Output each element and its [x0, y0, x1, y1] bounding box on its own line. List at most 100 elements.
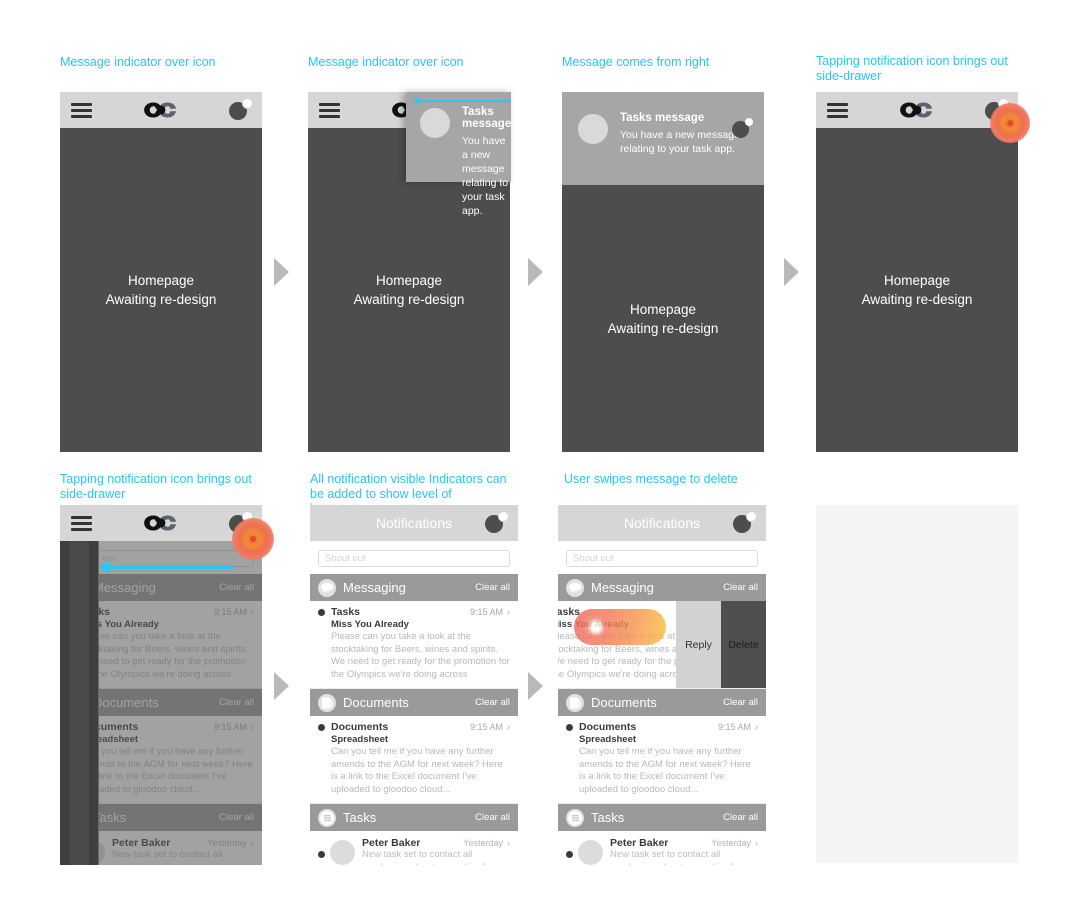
speech-bubble-icon	[318, 578, 336, 597]
notification-preview: Can you tell me if you have any further …	[331, 746, 503, 795]
section-title: Messaging	[343, 580, 406, 595]
toast-avatar	[420, 108, 450, 138]
hamburger-menu-icon[interactable]	[71, 102, 92, 118]
page-title: Notifications	[623, 515, 701, 531]
oc-logo-icon	[144, 102, 176, 118]
notification-subject: Spreadsheet	[331, 734, 389, 745]
bell-badge-dot	[243, 99, 252, 108]
caption-panel-3: Message comes from right	[562, 55, 710, 69]
notification-from: Documents	[579, 721, 637, 733]
bell-badge-dot	[499, 512, 508, 521]
homepage-line-1: Homepage	[883, 273, 951, 288]
notifications-app-bar: Notifications	[310, 505, 518, 541]
clear-all-button[interactable]: Clear all	[723, 812, 758, 823]
caption-panel-4: Tapping notification icon brings out sid…	[816, 54, 1008, 83]
unread-indicator	[566, 851, 573, 858]
clear-all-button[interactable]: Clear all	[475, 697, 510, 708]
panel-7-swipe-to-delete: Notifications Messaging Clear all R	[558, 505, 766, 865]
oc-logo-icon	[900, 102, 932, 118]
tap-gesture-indicator	[990, 103, 1030, 143]
toast-notification-sliding[interactable]: Tasks message You have a new message rel…	[406, 92, 511, 217]
drawer-swipe-direction-arrow	[99, 560, 233, 574]
hamburger-menu-icon[interactable]	[319, 102, 340, 118]
notification-row[interactable]: Tasks 9:15 AM › Miss You Already Please …	[310, 601, 518, 689]
step-arrow-5	[528, 672, 543, 700]
notifications-screen: Notifications Messaging Clear all R	[558, 505, 766, 865]
shout-out-wrap	[558, 541, 766, 574]
clear-all-button[interactable]: Clear all	[475, 812, 510, 823]
section-title: Tasks	[343, 810, 377, 825]
task-row[interactable]: Peter Baker Yesterday › New task set to …	[310, 831, 518, 865]
homepage-line-1: Homepage	[127, 273, 195, 288]
homepage-line-2: Awaiting re-design	[607, 320, 719, 336]
swipe-touch-point	[583, 614, 609, 640]
section-header-messaging: Messaging Clear all	[558, 574, 766, 601]
clear-all-button[interactable]: Clear all	[723, 582, 758, 593]
panel-5-side-drawer: Notifications Messaging Clear all	[60, 505, 262, 865]
side-drawer-panel[interactable]	[60, 541, 99, 865]
step-arrow-4	[274, 672, 289, 700]
toast-title: Tasks message	[620, 112, 705, 124]
oc-logo-icon	[144, 515, 176, 531]
notification-time: 9:15 AM	[717, 722, 751, 732]
notification-from: Tasks	[331, 606, 360, 618]
documents-icon	[566, 693, 584, 712]
caption-panel-7: User swipes message to delete	[564, 472, 738, 486]
chevron-right-icon: ›	[507, 607, 510, 617]
step-arrow-2	[528, 258, 543, 286]
clear-all-button[interactable]: Clear all	[475, 582, 510, 593]
bell-badge-dot	[745, 118, 753, 126]
toast-notification[interactable]: Tasks message You have a new message rel…	[562, 92, 764, 185]
chevron-right-icon: ›	[507, 838, 510, 848]
notification-subject: Miss You Already	[331, 619, 409, 630]
shout-out-input[interactable]	[318, 550, 510, 567]
unread-indicator	[318, 723, 325, 731]
toast-body-line-1: You have a new message	[462, 135, 506, 175]
speech-bubble-icon	[566, 578, 584, 597]
notification-bell-icon[interactable]	[732, 118, 753, 138]
reply-button[interactable]: Reply	[676, 601, 721, 688]
slide-in-direction-arrow	[413, 97, 510, 105]
task-sender: Peter Baker	[610, 837, 669, 849]
task-time: Yesterday	[463, 838, 503, 848]
avatar	[330, 840, 355, 865]
section-header-documents: Documents Clear all	[558, 689, 766, 716]
section-header-tasks: Tasks Clear all	[310, 804, 518, 831]
tasks-list-icon	[318, 808, 336, 827]
caption-panel-1: Message indicator over icon	[60, 55, 216, 69]
notification-row[interactable]: Documents 9:15 AM › Spreadsheet Can you …	[558, 716, 766, 804]
section-header-tasks: Tasks Clear all	[558, 804, 766, 831]
unread-indicator	[318, 851, 325, 858]
step-arrow-3	[784, 258, 799, 286]
task-preview: New task set to contact all employees ab…	[610, 849, 741, 865]
task-row[interactable]: Peter Baker Yesterday › New task set to …	[558, 831, 766, 865]
notification-from: Documents	[331, 721, 389, 733]
hamburger-menu-icon[interactable]	[827, 102, 848, 118]
hamburger-menu-icon[interactable]	[71, 515, 92, 531]
task-time: Yesterday	[711, 838, 751, 848]
notification-bell-icon[interactable]	[485, 512, 508, 534]
homepage-line-2: Awaiting re-design	[353, 292, 465, 307]
clear-all-button[interactable]: Clear all	[723, 697, 758, 708]
toast-body-line-2: relating to your task app.	[620, 143, 735, 155]
notification-bell-icon[interactable]	[733, 512, 756, 534]
wireframe-board: Message indicator over icon Message indi…	[0, 0, 1080, 916]
swipe-action-buttons: Reply Delete	[676, 601, 766, 688]
step-arrow-1	[274, 258, 289, 286]
homepage-placeholder: Homepage Awaiting re-design	[816, 128, 1018, 452]
homepage-line-1: Homepage	[375, 273, 443, 288]
delete-button[interactable]: Delete	[721, 601, 766, 688]
notification-bell-icon[interactable]	[229, 99, 252, 121]
notification-row[interactable]: Documents 9:15 AM › Spreadsheet Can you …	[310, 716, 518, 804]
task-preview: New task set to contact all employees ab…	[362, 849, 493, 865]
documents-icon	[318, 693, 336, 712]
section-header-messaging: Messaging Clear all	[310, 574, 518, 601]
shout-out-input[interactable]	[566, 550, 758, 567]
caption-panel-2: Message indicator over icon	[308, 55, 464, 69]
task-sender: Peter Baker	[362, 837, 421, 849]
chevron-right-icon: ›	[755, 722, 758, 732]
page-title: Notifications	[375, 515, 453, 531]
app-bar	[816, 92, 1018, 128]
homepage-line-1: Homepage	[629, 301, 697, 317]
section-title: Messaging	[591, 580, 654, 595]
